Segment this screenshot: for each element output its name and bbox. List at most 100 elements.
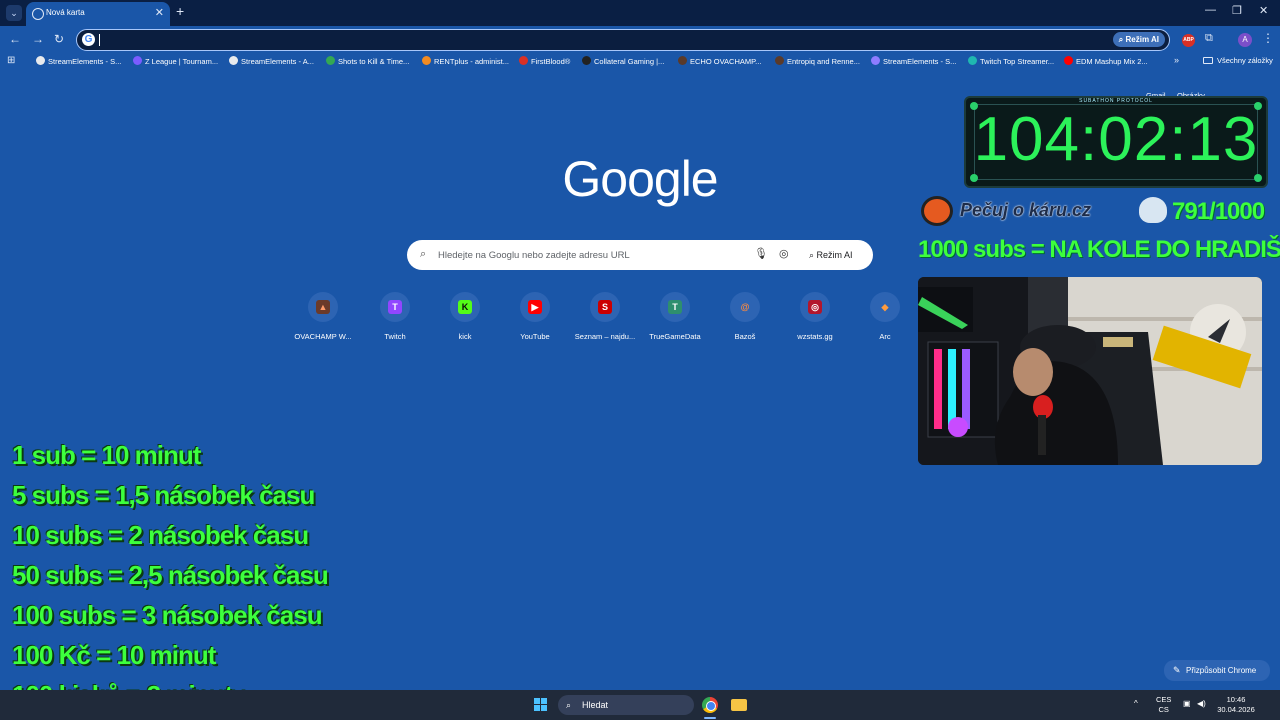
sponsor-wheel-logo xyxy=(921,196,953,226)
webcam-image xyxy=(918,277,1262,465)
search-ai-mode-button[interactable]: ⌕ Režim AI xyxy=(809,250,853,261)
shortcut-tile[interactable]: @ Bazoš xyxy=(712,290,778,346)
tray-chevron-up-icon[interactable]: ^ xyxy=(1134,699,1138,708)
windows-start-icon[interactable] xyxy=(534,698,548,712)
bookmark-favicon-icon xyxy=(519,56,528,65)
google-lens-icon[interactable]: ◎ xyxy=(779,247,789,260)
shortcut-tile[interactable]: ◆ Arc xyxy=(852,290,918,346)
bookmark-item[interactable]: EDM Mashup Mix 2... xyxy=(1064,56,1148,66)
shortcut-icon-circle: ◆ xyxy=(870,292,900,322)
adblock-extension-icon[interactable]: ABP xyxy=(1182,34,1195,47)
forward-button[interactable]: → xyxy=(32,32,44,46)
language-indicator[interactable]: CES CS xyxy=(1156,695,1171,715)
shortcut-favicon-icon: ◆ xyxy=(878,300,892,314)
new-tab-button[interactable]: + xyxy=(176,3,184,19)
bookmark-item[interactable]: FirstBlood® xyxy=(519,56,570,66)
bookmark-item[interactable]: StreamElements - S... xyxy=(36,56,121,66)
shortcut-icon-circle: K xyxy=(450,292,480,322)
shortcut-tile[interactable]: ▶ YouTube xyxy=(502,290,568,346)
pencil-icon: ✎ xyxy=(1173,665,1181,675)
volume-icon[interactable]: ◀) xyxy=(1197,699,1206,708)
search-icon: ⌕ xyxy=(566,700,572,710)
bookmark-item[interactable]: Shots to Kill & Time... xyxy=(326,56,409,66)
shortcut-tile[interactable]: S Seznam – najdu... xyxy=(572,290,638,346)
subathon-rule: 1 sub = 10 minut xyxy=(12,440,201,470)
taskbar-search[interactable]: ⌕ Hledat xyxy=(558,695,694,715)
more-bookmarks-chevron-icon[interactable]: » xyxy=(1174,55,1179,65)
chrome-favicon-icon xyxy=(32,8,44,20)
shortcut-label: YouTube xyxy=(520,332,550,341)
google-logo: Google xyxy=(562,151,718,207)
extensions-puzzle-icon[interactable]: ⧉ xyxy=(1205,32,1213,45)
bookmark-favicon-icon xyxy=(775,56,784,65)
network-icon[interactable]: ▣ xyxy=(1183,699,1191,708)
bookmark-item[interactable]: Z League | Tournam... xyxy=(133,56,218,66)
bookmark-favicon-icon xyxy=(326,56,335,65)
address-bar[interactable]: G ⌕ Režim AI xyxy=(76,29,1170,51)
shortcut-favicon-icon: ◎ xyxy=(808,300,822,314)
ai-mode-label: Režim AI xyxy=(1125,35,1160,44)
sub-goal-text: 1000 subs = NA KOLE DO HRADIŠ.. xyxy=(918,236,1280,263)
tab-strip: ⌄ Nová karta ✕ + — ❐ ✕ xyxy=(0,0,1280,26)
google-g-icon: G xyxy=(82,33,95,46)
chrome-taskbar-icon[interactable] xyxy=(702,697,718,713)
minimize-button[interactable]: — xyxy=(1205,4,1216,16)
customize-chrome-label: Přizpůsobit Chrome xyxy=(1186,666,1257,675)
sponsor-name: Pečuj o káru.cz xyxy=(960,200,1092,220)
language-top: CES xyxy=(1156,695,1172,704)
bookmark-item[interactable]: ECHO OVACHAMP... xyxy=(678,56,761,66)
bookmark-item[interactable]: RENTplus - administ... xyxy=(422,56,509,66)
shortcut-favicon-icon: @ xyxy=(738,300,752,314)
bookmark-item[interactable]: Collateral Gaming |... xyxy=(582,56,664,66)
shortcut-label: Twitch xyxy=(384,332,406,341)
close-tab-icon[interactable]: ✕ xyxy=(155,6,164,19)
bookmark-label: StreamElements - S... xyxy=(48,57,122,66)
restore-button[interactable]: ❐ xyxy=(1232,4,1242,17)
bookmark-item[interactable]: Twitch Top Streamer... xyxy=(968,56,1054,66)
shortcut-tile[interactable]: ▲ OVACHAMP W... xyxy=(290,290,356,346)
shortcut-tile[interactable]: ◎ wzstats.gg xyxy=(782,290,848,346)
close-window-button[interactable]: ✕ xyxy=(1259,4,1268,17)
taskbar-clock[interactable]: 10:46 30.04.2026 xyxy=(1214,695,1258,715)
bookmark-label: StreamElements - A... xyxy=(241,57,314,66)
shortcut-icon-circle: S xyxy=(590,292,620,322)
bookmark-label: Z League | Tournam... xyxy=(145,57,219,66)
shortcut-label: TrueGameData xyxy=(649,332,701,341)
shortcut-favicon-icon: K xyxy=(458,300,472,314)
bookmark-item[interactable]: StreamElements - S... xyxy=(871,56,956,66)
bookmark-label: StreamElements - S... xyxy=(883,57,957,66)
shortcut-tile[interactable]: Kkick xyxy=(432,290,498,346)
shortcut-icon-circle: T xyxy=(380,292,410,322)
tab-new-tab[interactable]: Nová karta ✕ xyxy=(26,2,170,26)
all-bookmarks-label: Všechny záložky xyxy=(1217,56,1273,65)
bookmark-label: ECHO OVACHAMP... xyxy=(690,57,762,66)
shortcut-tile[interactable]: T Twitch xyxy=(362,290,428,346)
google-search-box[interactable]: ⌕ Hledejte na Googlu nebo zadejte adresu… xyxy=(407,240,873,270)
customize-chrome-button[interactable]: ✎ Přizpůsobit Chrome xyxy=(1164,660,1270,681)
shortcut-label: wzstats.gg xyxy=(797,332,833,341)
shortcut-label: Bazoš xyxy=(734,332,756,341)
shark-icon xyxy=(1139,197,1167,223)
bookmark-label: Collateral Gaming |... xyxy=(594,57,665,66)
shortcut-favicon-icon: T xyxy=(388,300,402,314)
search-placeholder: Hledejte na Googlu nebo zadejte adresu U… xyxy=(438,250,630,261)
all-bookmarks-folder[interactable]: Všechny záložky xyxy=(1203,56,1273,65)
reload-button[interactable]: ↻ xyxy=(54,32,64,46)
file-explorer-icon[interactable] xyxy=(731,699,747,711)
bookmark-item[interactable]: StreamElements - A... xyxy=(229,56,314,66)
taskbar-search-label: Hledat xyxy=(582,700,609,710)
bookmark-label: Twitch Top Streamer... xyxy=(980,57,1055,66)
chrome-menu-icon[interactable]: ⋮ xyxy=(1262,31,1274,45)
shortcut-tile[interactable]: T TrueGameData xyxy=(642,290,708,346)
microphone-icon[interactable]: 🎙 xyxy=(754,247,768,260)
bookmark-favicon-icon xyxy=(1064,56,1073,65)
back-button[interactable]: ← xyxy=(9,32,21,46)
ai-mode-button[interactable]: ⌕ Režim AI xyxy=(1112,32,1165,47)
bookmark-favicon-icon xyxy=(36,56,45,65)
apps-grid-icon[interactable]: ⊞ xyxy=(7,55,15,66)
profile-avatar[interactable]: A xyxy=(1238,33,1252,47)
bookmark-item[interactable]: Entropiq and Renne... xyxy=(775,56,860,66)
subathon-rule: 10 subs = 2 násobek času xyxy=(12,520,309,550)
tab-search-button[interactable]: ⌄ xyxy=(6,5,22,21)
bookmark-label: EDM Mashup Mix 2... xyxy=(1076,57,1148,66)
